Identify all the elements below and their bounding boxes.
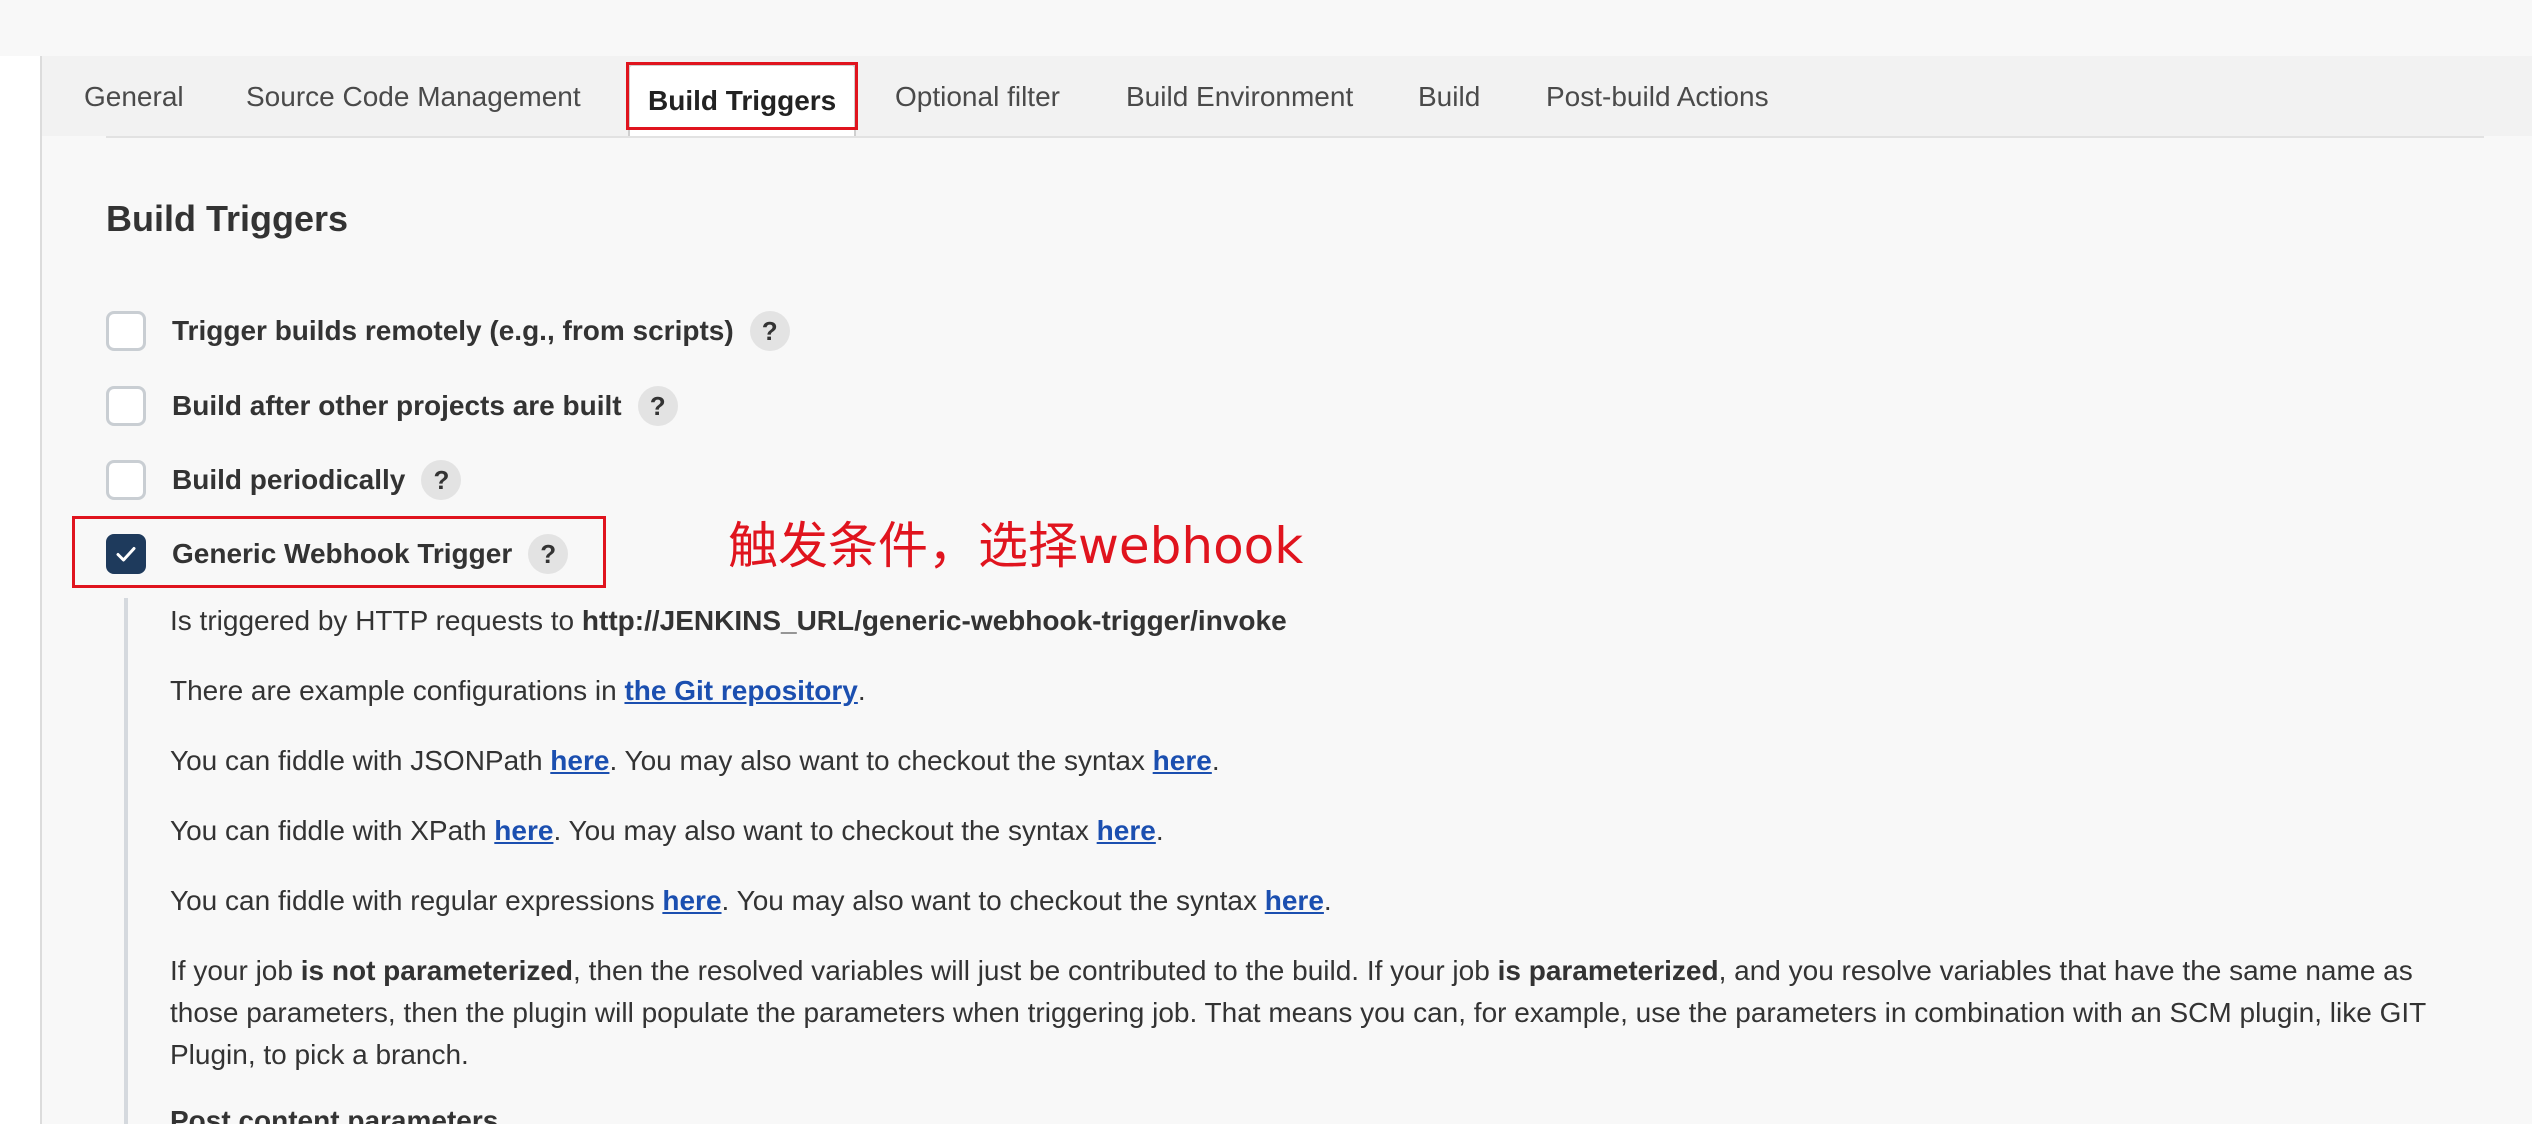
jsonpath-fiddle-link[interactable]: here xyxy=(550,745,609,776)
desc-paragraph-parameterized: If your job is not parameterized, then t… xyxy=(170,955,2426,1070)
trigger-periodic-checkbox[interactable] xyxy=(106,460,146,500)
help-icon[interactable]: ? xyxy=(637,386,678,426)
tab-build[interactable]: Build xyxy=(1418,62,1480,132)
trigger-periodic-label[interactable]: Build periodically xyxy=(172,464,405,496)
section-title: Build Triggers xyxy=(106,198,349,239)
git-repository-link[interactable]: the Git repository xyxy=(624,675,857,706)
trigger-after-other-checkbox[interactable] xyxy=(106,386,146,426)
description-rule xyxy=(124,598,128,1124)
desc-paragraph-examples: There are example configurations in the … xyxy=(170,675,866,706)
trigger-row-after-other: Build after other projects are built ? xyxy=(106,383,678,429)
regex-fiddle-link[interactable]: here xyxy=(662,885,721,916)
trigger-row-remote: Trigger builds remotely (e.g., from scri… xyxy=(106,308,790,354)
webhook-url: http://JENKINS_URL/generic-webhook-trigg… xyxy=(581,605,1287,636)
desc-paragraph-regex: You can fiddle with regular expressions … xyxy=(170,885,1332,916)
trigger-row-periodic: Build periodically ? xyxy=(106,457,462,503)
regex-syntax-link[interactable]: here xyxy=(1265,885,1324,916)
jsonpath-syntax-link[interactable]: here xyxy=(1153,745,1212,776)
help-icon[interactable]: ? xyxy=(421,460,462,500)
post-content-parameters-heading: Post content parameters xyxy=(170,1105,499,1124)
jenkins-config-page: General Source Code Management Build Tri… xyxy=(0,0,2532,1124)
trigger-remote-checkbox[interactable] xyxy=(106,311,146,351)
tab-build-environment[interactable]: Build Environment xyxy=(1126,62,1353,132)
xpath-fiddle-link[interactable]: here xyxy=(494,815,553,846)
tab-optional-filter[interactable]: Optional filter xyxy=(895,62,1060,132)
desc-paragraph-jsonpath: You can fiddle with JSONPath here. You m… xyxy=(170,745,1220,776)
tab-general[interactable]: General xyxy=(84,62,184,132)
xpath-syntax-link[interactable]: here xyxy=(1097,815,1156,846)
tab-source-code-management[interactable]: Source Code Management xyxy=(246,62,581,132)
desc-paragraph-xpath: You can fiddle with XPath here. You may … xyxy=(170,815,1164,846)
annotation-text: 触发条件，选择webhook xyxy=(728,517,1304,575)
left-gutter xyxy=(0,56,42,1124)
tab-highlight-box xyxy=(626,62,858,130)
tab-bar-divider xyxy=(106,136,2484,138)
desc-paragraph-url: Is triggered by HTTP requests to http://… xyxy=(170,605,1287,636)
trigger-remote-label[interactable]: Trigger builds remotely (e.g., from scri… xyxy=(172,315,734,347)
tab-post-build-actions[interactable]: Post-build Actions xyxy=(1546,62,1769,132)
top-strip xyxy=(0,0,2532,56)
help-icon[interactable]: ? xyxy=(749,311,790,351)
webhook-highlight-box xyxy=(72,516,606,588)
trigger-after-other-label[interactable]: Build after other projects are built xyxy=(172,390,622,422)
